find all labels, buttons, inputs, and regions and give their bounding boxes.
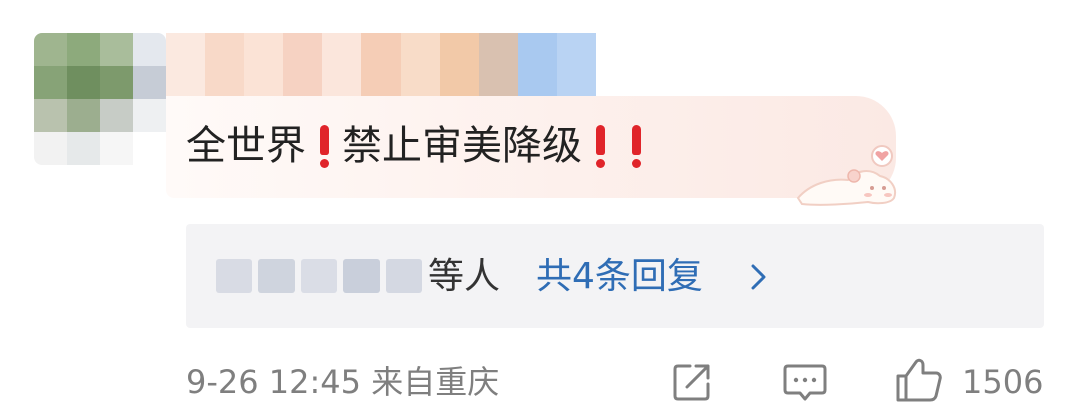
cat-sticker-icon xyxy=(796,145,896,206)
exclamation-icon xyxy=(626,123,646,169)
exclamation-icon xyxy=(314,123,334,169)
exclamation-icon xyxy=(590,123,610,169)
share-icon[interactable] xyxy=(670,360,714,404)
location: 来自重庆 xyxy=(371,363,500,401)
timestamp: 9-26 12:45 xyxy=(186,363,362,401)
comment-text-part-1: 全世界 xyxy=(186,123,306,169)
comment-text-part-2: 禁止审美降级 xyxy=(342,123,582,169)
reply-count-link[interactable]: 共4条回复 xyxy=(536,254,703,300)
username[interactable] xyxy=(166,33,597,99)
thumbs-up-icon[interactable] xyxy=(894,356,944,404)
comment-icon[interactable] xyxy=(782,360,828,404)
avatar[interactable] xyxy=(34,33,166,165)
comment-text: 全世界 禁止审美降级 xyxy=(186,118,654,174)
like-count: 1506 xyxy=(962,363,1044,401)
replies-preview[interactable]: 等人 共4条回复 xyxy=(186,224,1044,328)
chevron-right-icon[interactable] xyxy=(748,262,770,292)
comment-meta: 9-26 12:45 来自重庆 xyxy=(186,360,499,404)
reply-usernames[interactable] xyxy=(216,252,423,300)
reply-names-suffix: 等人 xyxy=(428,256,501,297)
